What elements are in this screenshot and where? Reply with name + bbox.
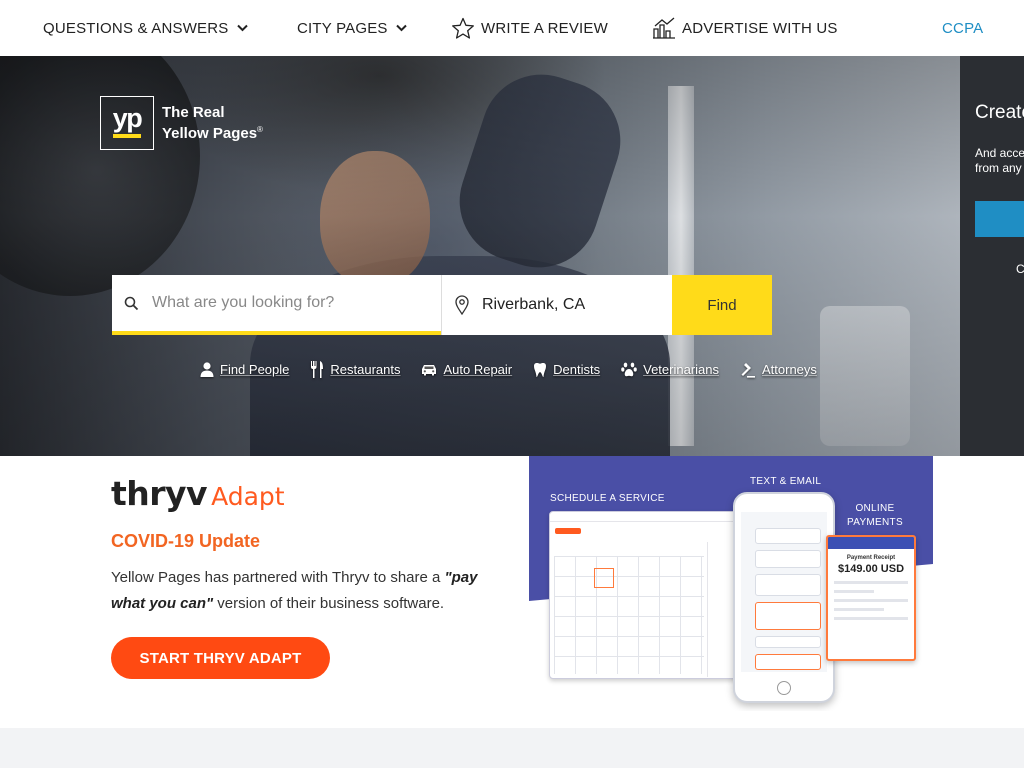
quick-link-dentists[interactable]: Dentists bbox=[533, 362, 600, 378]
quick-link-veterinarians[interactable]: Veterinarians bbox=[621, 362, 719, 377]
promo-calendar-mockup bbox=[549, 511, 749, 679]
search-what-field bbox=[112, 275, 441, 335]
promo-label-schedule: SCHEDULE A SERVICE bbox=[550, 493, 665, 504]
promo-receipt-mockup: Payment Receipt $149.00 USD bbox=[826, 535, 916, 661]
start-thryv-adapt-button[interactable]: START THRYV ADAPT bbox=[111, 637, 330, 679]
find-button[interactable]: Find bbox=[672, 275, 772, 335]
top-nav: QUESTIONS & ANSWERS CITY PAGES WRITE A R… bbox=[0, 0, 1024, 56]
chevron-down-icon bbox=[395, 24, 407, 32]
signup-panel-link[interactable]: C bbox=[1016, 262, 1024, 276]
search-where-field bbox=[441, 275, 672, 335]
promo-label-online-payments: ONLINE PAYMENTS bbox=[847, 503, 903, 528]
footer-band bbox=[0, 728, 1024, 768]
search-form: Find bbox=[112, 275, 772, 335]
thryv-promo-section: thryv Adapt COVID-19 Update Yellow Pages… bbox=[0, 456, 1024, 728]
covid-update-heading: COVID-19 Update bbox=[111, 531, 261, 551]
star-icon bbox=[451, 17, 475, 40]
nav-advertise-label: ADVERTISE WITH US bbox=[682, 19, 838, 37]
hero-banner: yp The Real Yellow Pages® Find Find Peop… bbox=[0, 56, 960, 456]
fork-knife-icon bbox=[311, 361, 324, 378]
promo-label-text-email: TEXT & EMAIL bbox=[750, 476, 822, 487]
car-icon bbox=[422, 364, 437, 375]
signup-panel-title: Create bbox=[975, 102, 1024, 123]
person-icon bbox=[200, 362, 214, 377]
search-icon bbox=[124, 296, 139, 316]
signup-panel-description: And acce from any bbox=[975, 146, 1024, 175]
signup-side-panel: Create And acce from any C bbox=[960, 56, 1024, 456]
search-where-input[interactable] bbox=[442, 275, 672, 335]
chevron-down-icon bbox=[236, 24, 248, 32]
quick-link-find-people[interactable]: Find People bbox=[200, 362, 289, 377]
quick-links: Find People Restaurants Auto Repair Dent… bbox=[200, 361, 838, 378]
paw-icon bbox=[621, 362, 637, 377]
gavel-icon bbox=[741, 362, 755, 378]
quick-link-auto-repair[interactable]: Auto Repair bbox=[421, 362, 512, 377]
yp-logo[interactable]: yp The Real Yellow Pages® bbox=[100, 96, 263, 150]
nav-write-review-label: WRITE A REVIEW bbox=[481, 19, 608, 37]
nav-questions-answers[interactable]: QUESTIONS & ANSWERS bbox=[43, 0, 248, 56]
thryv-description: Yellow Pages has partnered with Thryv to… bbox=[111, 569, 478, 612]
quick-link-attorneys[interactable]: Attorneys bbox=[740, 362, 817, 378]
nav-city-pages-label: CITY PAGES bbox=[297, 19, 388, 37]
bar-chart-icon bbox=[652, 17, 676, 39]
yp-logo-mark: yp bbox=[100, 96, 154, 150]
nav-advertise[interactable]: ADVERTISE WITH US bbox=[652, 0, 838, 56]
location-pin-icon bbox=[454, 295, 470, 320]
nav-questions-answers-label: QUESTIONS & ANSWERS bbox=[43, 19, 229, 37]
search-what-input[interactable] bbox=[112, 275, 441, 331]
promo-phone-mockup bbox=[733, 492, 835, 703]
nav-write-review[interactable]: WRITE A REVIEW bbox=[451, 0, 608, 56]
signup-panel-button[interactable] bbox=[975, 201, 1024, 237]
nav-city-pages[interactable]: CITY PAGES bbox=[297, 0, 407, 56]
tooth-icon bbox=[534, 362, 547, 377]
quick-link-restaurants[interactable]: Restaurants bbox=[310, 361, 400, 378]
thryv-promo-illustration: SCHEDULE A SERVICE TEXT & EMAIL ONLINE P… bbox=[529, 456, 933, 711]
thryv-adapt-logo: thryv Adapt bbox=[111, 474, 285, 513]
yp-logo-tagline: The Real Yellow Pages® bbox=[162, 104, 263, 142]
nav-ccpa-link[interactable]: CCPA bbox=[942, 0, 983, 56]
